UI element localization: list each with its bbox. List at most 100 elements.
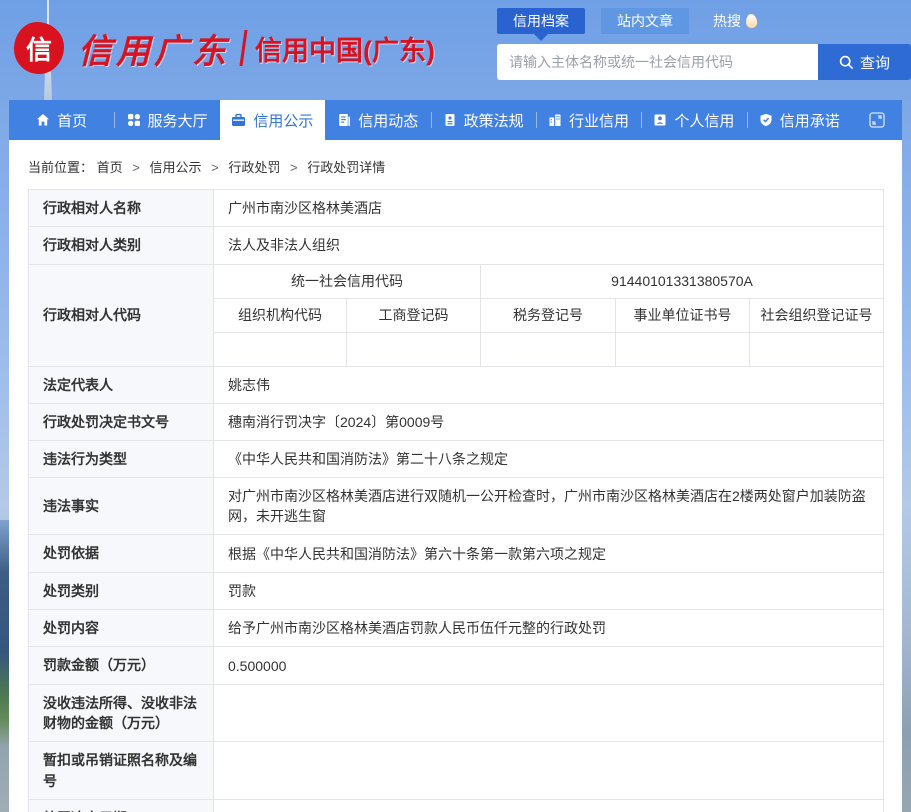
logo-title-primary: 信用广东 [78,32,230,71]
nav-label: 政策法规 [463,112,524,130]
breadcrumb-home[interactable]: 首页 [97,160,123,175]
code-col-header: 组织机构代码 [213,297,347,333]
code-col-value [480,331,616,367]
row-value [212,741,885,800]
row-value: 2024-03-09 [212,798,885,812]
row-label: 罚款金额（万元） [28,646,214,685]
row-value: 穗南消行罚决字〔2024〕第0009号 [212,402,885,442]
search-tab-credit-archive[interactable]: 信用档案 [497,8,585,41]
search-input[interactable] [497,44,818,80]
hot-search-label: 热搜 [713,13,741,29]
table-row: 处罚内容 给予广州市南沙区格林美酒店罚款人民币伍仟元整的行政处罚 [28,609,885,648]
search-icon [839,55,854,69]
expand-icon [869,112,885,128]
row-value: 根据《中华人民共和国消防法》第六十条第一款第六项之规定 [212,534,885,573]
code-col-value [748,331,885,367]
flame-icon [745,13,758,29]
row-label: 违法事实 [28,477,214,536]
search-button-label: 查询 [859,54,890,72]
row-value [212,683,885,743]
breadcrumb-separator: > [290,160,298,175]
table-row: 法定代表人 姚志伟 [28,365,885,404]
table-row: 处罚依据 根据《中华人民共和国消防法》第六十条第一款第六项之规定 [28,534,885,573]
table-row: 行政处罚决定书文号 穗南消行罚决字〔2024〕第0009号 [28,402,885,442]
row-label: 法定代表人 [28,365,214,404]
row-value: 《中华人民共和国消防法》第二十八条之规定 [212,440,885,479]
nav-expand-button[interactable] [852,100,902,140]
search-button[interactable]: 查询 [818,44,911,80]
row-label: 违法行为类型 [28,440,214,479]
nav-label: 行业信用 [569,112,630,130]
table-row: 行政相对人类别 法人及非法人组织 [28,226,885,265]
row-value: 姚志伟 [212,365,885,404]
code-col-header: 事业单位证书号 [615,297,750,333]
nav-label: 信用动态 [358,112,419,130]
site-header: 信 信用广东 信用中国(广东) 信用档案 站内文章 热搜 请输入主体名称或统一社… [0,0,911,100]
breadcrumb-separator: > [132,160,140,175]
hot-search-link[interactable]: 热搜 [697,8,761,34]
table-row: 违法行为类型 《中华人民共和国消防法》第二十八条之规定 [28,440,885,479]
nav-item-industry-credit[interactable]: 行业信用 [535,100,641,140]
home-icon [37,114,50,126]
code-col-header: 税务登记号 [480,297,616,333]
shield-check-icon [760,113,772,127]
nav-label: 个人信用 [674,112,735,130]
breadcrumb-penalty-detail: 行政处罚详情 [307,160,386,175]
nav-item-service-hall[interactable]: 服务大厅 [114,100,219,140]
nav-label: 首页 [57,112,88,130]
breadcrumb-separator: > [211,160,219,175]
table-row: 暂扣或吊销证照名称及编号 [28,741,885,800]
uscc-value: 91440101331380570A [479,263,885,299]
logo-seal-icon: 信 [14,22,64,74]
code-col-value [346,331,481,367]
row-label: 处罚依据 [28,534,214,573]
main-content: 当前位置： 首页 > 信用公示 > 行政处罚 > 行政处罚详情 行政相对人名称 … [9,140,902,812]
briefcase-icon [232,113,246,126]
code-col-value [213,331,347,367]
code-col-value [615,331,750,367]
nav-item-credit-commitment[interactable]: 信用承诺 [746,100,852,140]
table-row: 罚款金额（万元） 0.500000 [28,646,885,685]
penalty-detail-table: 行政相对人名称 广州市南沙区格林美酒店 行政相对人类别 法人及非法人组织 行政相… [28,188,885,812]
row-label: 处罚类别 [28,571,214,611]
search-tab-site-articles[interactable]: 站内文章 [601,8,689,34]
code-col-header: 社会组织登记证号 [748,297,885,333]
row-label: 行政相对人代码 [28,263,214,367]
table-row: 没收违法所得、没收非法财物的金额（万元） [28,683,885,743]
row-label: 处罚内容 [28,609,214,648]
breadcrumb: 当前位置： 首页 > 信用公示 > 行政处罚 > 行政处罚详情 [9,140,902,189]
nav-item-personal-credit[interactable]: 个人信用 [641,100,746,140]
search-panel: 信用档案 站内文章 热搜 查询 [497,8,911,80]
table-row: 处罚决定日期 2024-03-09 [28,798,885,812]
uscc-label: 统一社会信用代码 [213,263,481,299]
document-icon [339,114,351,126]
row-value: 对广州市南沙区格林美酒店进行双随机一公开检查时，广州市南沙区格林美酒店在2楼两处… [212,477,885,536]
breadcrumb-prefix: 当前位置： [28,160,94,175]
search-tab-label: 信用档案 [513,13,569,29]
grid-icon [127,114,140,126]
building-icon [549,114,561,126]
table-row: 违法事实 对广州市南沙区格林美酒店进行双随机一公开检查时，广州市南沙区格林美酒店… [28,477,885,536]
row-label: 没收违法所得、没收非法财物的金额（万元） [28,683,214,743]
nav-label: 信用承诺 [779,112,840,130]
book-icon [445,114,455,126]
nav-item-home[interactable]: 首页 [9,100,114,140]
nav-item-credit-publicity[interactable]: 信用公示 [219,100,326,140]
breadcrumb-admin-penalty[interactable]: 行政处罚 [228,160,280,175]
row-label: 行政处罚决定书文号 [28,402,214,442]
site-logo[interactable]: 信 信用广东 信用中国(广东) [14,22,435,74]
person-icon [654,114,666,126]
row-label: 行政相对人类别 [28,226,214,265]
table-row: 处罚类别 罚款 [28,571,885,611]
nav-item-policies[interactable]: 政策法规 [430,100,536,140]
nav-item-credit-news[interactable]: 信用动态 [325,100,430,140]
row-label: 暂扣或吊销证照名称及编号 [28,741,214,800]
row-value: 罚款 [212,571,885,611]
logo-title-secondary: 信用中国(广东) [255,35,435,66]
nav-label: 服务大厅 [147,112,208,130]
search-tab-label: 站内文章 [617,13,673,29]
row-value: 给予广州市南沙区格林美酒店罚款人民币伍仟元整的行政处罚 [212,609,885,648]
breadcrumb-credit-publicity[interactable]: 信用公示 [150,160,202,175]
table-row: 行政相对人名称 广州市南沙区格林美酒店 [28,188,885,228]
row-label: 处罚决定日期 [28,798,214,812]
